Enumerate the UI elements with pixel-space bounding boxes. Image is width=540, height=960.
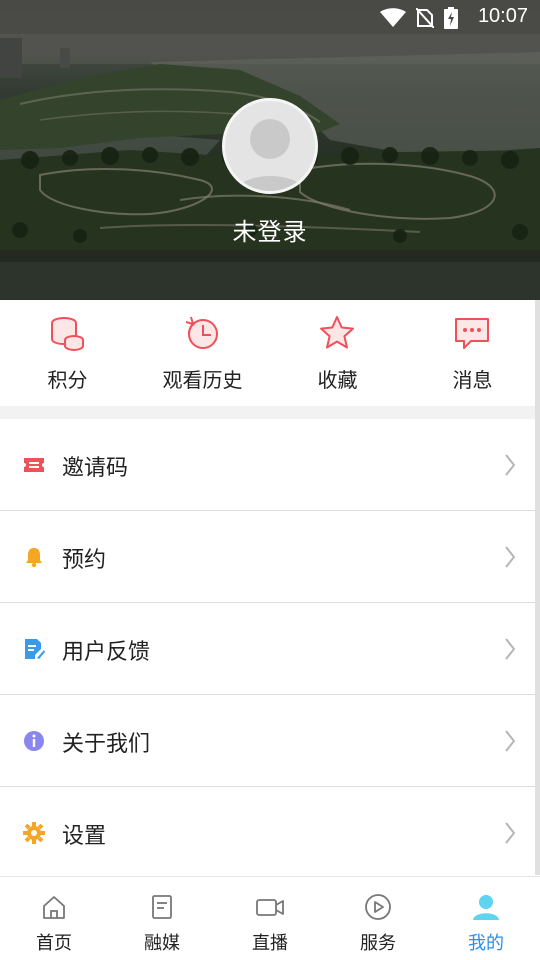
- video-camera-icon: [256, 899, 284, 916]
- chevron-right-icon: [505, 822, 516, 844]
- chevron-right-icon: [505, 638, 516, 660]
- star-icon: [320, 316, 354, 349]
- no-sim-icon: [416, 8, 434, 28]
- play-circle-icon: [365, 894, 391, 920]
- person-icon: [473, 895, 499, 920]
- edit-document-icon: [25, 639, 45, 659]
- quick-action-history[interactable]: 观看历史: [135, 300, 270, 406]
- nav-item-media[interactable]: 融媒: [108, 877, 216, 960]
- menu-item-settings[interactable]: 设置: [0, 787, 540, 879]
- menu-item-invite-code[interactable]: 邀请码: [0, 419, 540, 511]
- menu-item-label: 关于我们: [62, 732, 151, 757]
- chevron-right-icon: [505, 730, 516, 752]
- quick-action-points[interactable]: 积分: [0, 300, 135, 406]
- nav-item-mine[interactable]: 我的: [432, 877, 540, 960]
- menu-item-about[interactable]: 关于我们: [0, 695, 540, 787]
- nav-label: 融媒: [144, 933, 180, 954]
- menu-item-label: 设置: [62, 824, 107, 849]
- coin-stack-icon: [51, 317, 84, 352]
- gear-icon: [23, 822, 45, 844]
- quick-action-label: 积分: [47, 368, 88, 392]
- nav-item-home[interactable]: 首页: [0, 877, 108, 960]
- menu-item-label: 用户反馈: [62, 640, 151, 665]
- login-status-text[interactable]: 未登录: [0, 212, 540, 247]
- info-icon: [24, 731, 44, 751]
- app-root: 10:07 未登录 积分 观看历史 收藏 消息 邀请码 预约 用户反馈 关于我们…: [0, 0, 540, 960]
- ticket-icon: [24, 458, 44, 472]
- status-time: 10:07: [477, 5, 528, 27]
- menu-item-label: 预约: [62, 548, 107, 573]
- menu-item-label: 邀请码: [62, 456, 129, 481]
- status-icons: [380, 7, 458, 29]
- avatar[interactable]: [222, 98, 318, 194]
- quick-actions: 积分 观看历史 收藏 消息: [0, 300, 540, 406]
- quick-action-favorites[interactable]: 收藏: [270, 300, 405, 406]
- status-bar: 10:07: [0, 0, 540, 36]
- nav-item-live[interactable]: 直播: [216, 877, 324, 960]
- nav-label: 首页: [36, 933, 72, 954]
- quick-action-label: 观看历史: [162, 368, 243, 392]
- settings-menu: 邀请码 预约 用户反馈 关于我们 设置: [0, 419, 540, 879]
- menu-item-feedback[interactable]: 用户反馈: [0, 603, 540, 695]
- home-icon: [43, 896, 65, 919]
- menu-item-reservation[interactable]: 预约: [0, 511, 540, 603]
- nav-label: 服务: [360, 933, 396, 954]
- quick-action-label: 收藏: [317, 368, 358, 392]
- chevron-right-icon: [505, 454, 516, 476]
- bottom-nav: 首页 融媒 直播 服务 我的: [0, 876, 540, 960]
- profile-header: 10:07 未登录: [0, 0, 540, 300]
- nav-item-services[interactable]: 服务: [324, 877, 432, 960]
- quick-action-messages[interactable]: 消息: [405, 300, 540, 406]
- document-icon: [152, 895, 172, 919]
- chevron-right-icon: [505, 546, 516, 568]
- nav-label: 直播: [252, 933, 288, 954]
- battery-charging-icon: [444, 7, 458, 29]
- scrollbar[interactable]: [535, 300, 540, 875]
- history-clock-icon: [185, 316, 218, 349]
- message-bubble-icon: [455, 318, 489, 349]
- bell-icon: [26, 548, 42, 568]
- wifi-icon: [380, 8, 406, 27]
- nav-label: 我的: [468, 933, 504, 954]
- quick-action-label: 消息: [452, 368, 493, 392]
